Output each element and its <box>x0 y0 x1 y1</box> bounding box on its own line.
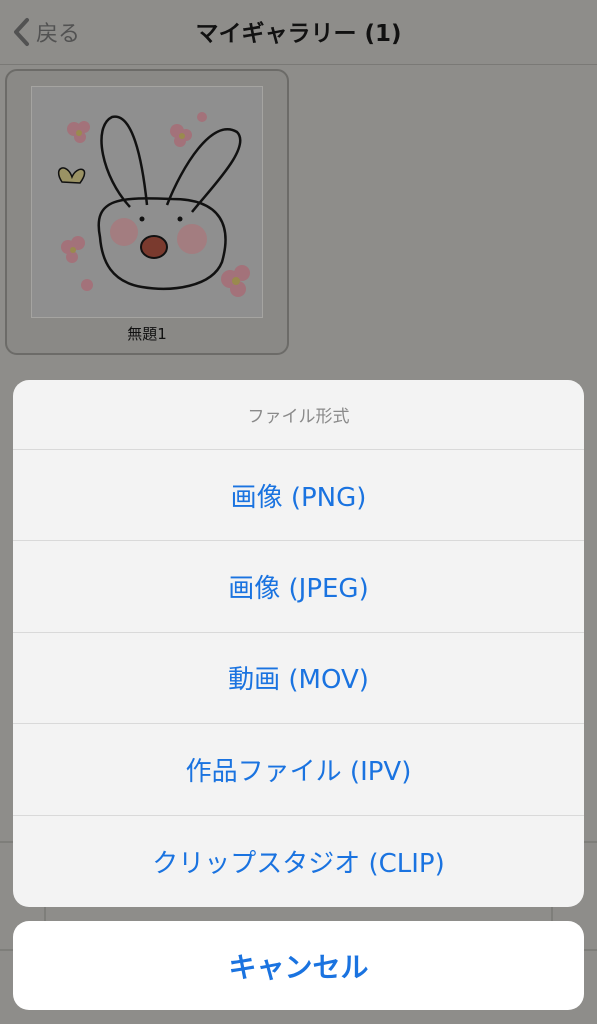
page-title: マイギャラリー (1) <box>195 21 402 47</box>
export-png-button[interactable]: 画像 (PNG) <box>13 450 584 542</box>
export-ipv-button[interactable]: 作品ファイル (IPV) <box>13 724 584 816</box>
artwork-title: 無題1 <box>127 325 167 343</box>
file-format-action-sheet: ファイル形式 画像 (PNG) 画像 (JPEG) 動画 (MOV) 作品ファイ… <box>13 380 584 907</box>
bunny-drawing-image <box>32 87 262 317</box>
export-mov-button[interactable]: 動画 (MOV) <box>13 633 584 725</box>
gallery-item[interactable]: 無題1 <box>5 69 289 355</box>
action-sheet-title: ファイル形式 <box>13 380 584 450</box>
cancel-button[interactable]: キャンセル <box>13 921 584 1010</box>
export-jpeg-button[interactable]: 画像 (JPEG) <box>13 541 584 633</box>
navigation-bar: 戻る マイギャラリー (1) <box>0 0 597 65</box>
artwork-thumbnail <box>31 86 263 318</box>
export-clip-button[interactable]: クリップスタジオ (CLIP) <box>13 816 584 907</box>
